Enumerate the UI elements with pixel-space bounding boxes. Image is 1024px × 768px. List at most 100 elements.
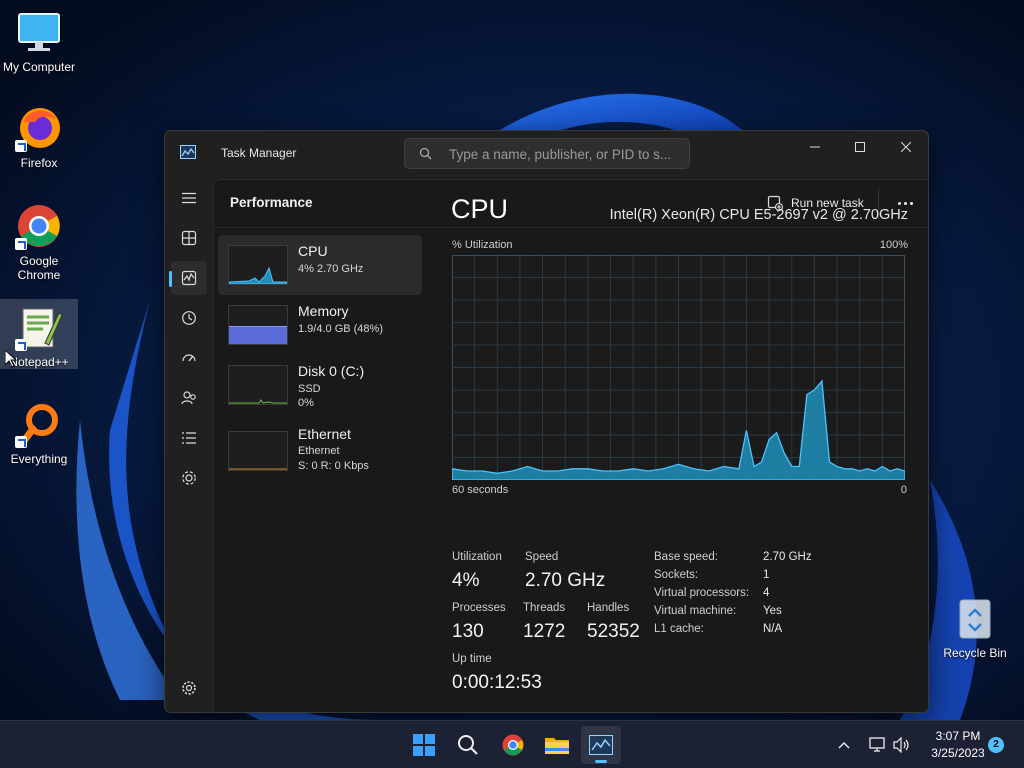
task-manager-icon [589, 735, 613, 755]
close-button[interactable] [883, 131, 928, 163]
resource-item-cpu[interactable]: CPU 4% 2.70 GHz [218, 235, 422, 295]
taskbar: 3:07 PM 3/25/2023 2 [0, 720, 1024, 768]
clock-date[interactable]: 3/25/2023 [921, 746, 995, 760]
speed-label: Speed [525, 551, 559, 563]
recycle-bin-icon [955, 596, 995, 640]
quick-settings-button[interactable] [860, 726, 920, 764]
desktop-icon-recycle-bin[interactable]: Recycle Bin [940, 596, 1010, 660]
search-icon [458, 735, 478, 755]
window-title: Task Manager [221, 146, 297, 160]
search-input[interactable] [449, 145, 681, 163]
spec-key: Sockets: [654, 569, 699, 581]
close-icon [901, 142, 911, 152]
maximize-icon [855, 142, 865, 152]
resource-detail-2: 0% [298, 397, 314, 409]
graph-y-label: % Utilization [452, 239, 513, 251]
cpu-model: Intel(R) Xeon(R) CPU E5-2697 v2 @ 2.70GH… [609, 207, 908, 223]
start-icon [413, 734, 435, 756]
disk-thumbnail [228, 365, 288, 405]
resource-item-disk[interactable]: Disk 0 (C:) SSD 0% [218, 355, 422, 415]
volume-icon [893, 737, 909, 753]
clock-time[interactable]: 3:07 PM [921, 729, 995, 743]
memory-fill [229, 325, 287, 344]
desktop-icon-firefox[interactable]: Firefox [0, 104, 78, 174]
ethernet-thumbnail [228, 431, 288, 471]
performance-panel: Performance Run new task CPU 4% 2.70 GHz… [213, 179, 928, 712]
minimize-button[interactable] [792, 131, 838, 163]
start-button[interactable] [404, 726, 444, 764]
taskbar-file-explorer[interactable] [537, 726, 577, 764]
uptime-label: Up time [452, 653, 492, 665]
desktop-icon-label: Everything [10, 452, 68, 466]
shortcut-arrow-icon [15, 238, 27, 250]
task-manager-icon [180, 145, 196, 159]
spec-key: L1 cache: [654, 623, 704, 635]
nav-processes[interactable] [171, 221, 207, 255]
firefox-icon [15, 104, 63, 152]
task-manager-window: Task Manager Type a name, publisher, or … [164, 130, 929, 713]
shortcut-arrow-icon [15, 436, 27, 448]
resource-name: Disk 0 (C:) [298, 363, 365, 379]
nav-services[interactable] [171, 461, 207, 495]
file-explorer-icon [545, 738, 569, 754]
resource-item-memory[interactable]: Memory 1.9/4.0 GB (48%) [218, 295, 422, 355]
processes-label: Processes [452, 602, 506, 614]
handles-label: Handles [587, 602, 630, 614]
spec-key: Virtual processors: [654, 587, 750, 599]
utilization-label: Utilization [452, 551, 502, 563]
spec-value: N/A [763, 623, 783, 635]
chrome-icon [15, 202, 63, 250]
notification-badge[interactable]: 2 [988, 737, 1004, 753]
resource-name: CPU [298, 243, 328, 259]
nav-performance[interactable] [169, 261, 207, 295]
resource-detail: SSD [298, 383, 321, 395]
desktop-icon-my-computer[interactable]: My Computer [0, 8, 78, 78]
graph-y-max: 100% [879, 239, 908, 251]
everything-search-icon [15, 400, 63, 448]
desktop-icon-google-chrome[interactable]: Google Chrome [0, 202, 78, 286]
maximize-button[interactable] [837, 131, 883, 163]
desktop-icon-everything[interactable]: Everything [0, 400, 78, 470]
nav-details[interactable] [171, 421, 207, 455]
shortcut-arrow-icon [15, 140, 27, 152]
nav-startup-apps[interactable] [171, 341, 207, 375]
cpu-thumbnail [228, 245, 288, 285]
services-icon [182, 471, 196, 485]
details-icon [182, 432, 196, 444]
spec-value: Yes [763, 605, 782, 617]
performance-icon [181, 270, 197, 286]
nav-settings[interactable] [171, 671, 207, 705]
uptime-value: 0:00:12:53 [452, 672, 542, 693]
handles-value: 52352 [587, 621, 640, 642]
search-box[interactable] [404, 138, 690, 169]
title-bar[interactable]: Task Manager [165, 131, 928, 175]
processes-icon [181, 230, 197, 246]
taskbar-chrome[interactable] [493, 726, 533, 764]
chevron-up-icon [838, 742, 850, 749]
nav-rail [165, 175, 213, 712]
nav-users[interactable] [171, 381, 207, 415]
threads-value: 1272 [523, 621, 566, 642]
mouse-cursor-icon [5, 350, 17, 368]
show-hidden-icons-button[interactable] [826, 726, 862, 764]
detail-title: CPU [451, 194, 509, 224]
taskbar-search-button[interactable] [448, 726, 488, 764]
notepadpp-icon [15, 303, 63, 351]
graph-grid [452, 255, 905, 480]
app-history-icon [182, 311, 196, 325]
nav-app-history[interactable] [171, 301, 207, 335]
resource-item-ethernet[interactable]: Ethernet Ethernet S: 0 R: 0 Kbps [218, 421, 422, 481]
network-icon [869, 737, 885, 752]
desktop-icon-label: Google Chrome [17, 254, 61, 282]
desktop-icon-label: Recycle Bin [943, 646, 1007, 660]
desktop-icon-label: Firefox [20, 156, 58, 170]
spec-value: 4 [763, 587, 770, 599]
resource-detail: Ethernet [298, 445, 340, 457]
taskbar-task-manager[interactable] [581, 726, 621, 764]
utilization-value: 4% [452, 570, 480, 591]
startup-apps-icon [182, 354, 196, 362]
hamburger-menu-icon [182, 192, 196, 204]
page-title: Performance [230, 195, 313, 210]
spec-key: Virtual machine: [654, 605, 737, 617]
nav-menu-button[interactable] [171, 181, 207, 215]
